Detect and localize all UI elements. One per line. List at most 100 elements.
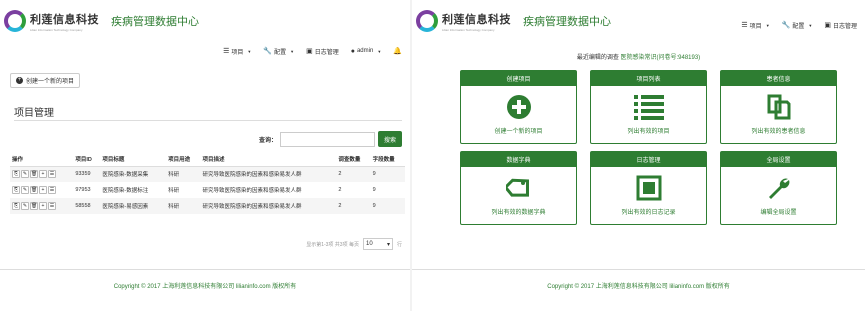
footer-copyright: Copyright © 2017 上海利莲信息科技有限公司 lilianinfo… — [547, 284, 730, 290]
table-row: ⎘ ✎ 🗑 + ☰ 97953 医院感染-数据标注 科研 研究导致医院感染的因素和感染易发人群 2… — [10, 182, 405, 198]
wrench-icon — [721, 173, 836, 203]
cell-use: 科研 — [166, 198, 201, 214]
recent-prefix: 最近编辑的调查 — [576, 55, 619, 61]
copy-icon[interactable]: ⎘ — [12, 170, 20, 179]
card-title: 创建项目 — [461, 71, 576, 86]
cell-id: 58558 — [73, 198, 101, 214]
nav-projects[interactable]: ☰ 项目 ▼ — [741, 21, 769, 30]
tag-icon — [461, 173, 576, 203]
nav-user[interactable]: ● admin ▼ — [351, 48, 382, 55]
search-button[interactable]: 搜索 — [377, 131, 402, 147]
nav-logs[interactable]: ▣ 日志管理 — [824, 21, 857, 30]
list-icon: ☰ — [223, 48, 230, 55]
cell-title: 医院感染-数据标注 — [102, 188, 149, 194]
card-description[interactable]: 列出有效的数据字典 — [461, 207, 576, 216]
pagination: 显示第1-3项 共3项 每页 10 ▾ 行 — [306, 238, 402, 250]
chevron-down-icon: ▼ — [247, 48, 252, 54]
card-description[interactable]: 列出有效的患者信息 — [721, 126, 836, 135]
nav-logs[interactable]: ▣ 日志管理 — [306, 47, 339, 56]
cell-desc: 研究导致医院感染的因素和感染易发人群 — [200, 166, 337, 182]
header: 利莲信息科技 Lilian Information Technology Com… — [0, 0, 410, 42]
logo-name: 利莲信息科技 — [30, 13, 99, 26]
delete-icon[interactable]: 🗑 — [30, 202, 38, 210]
table-header: 操作 项目ID 项目标题 项目用途 项目描述 调查数量 字段数量 — [10, 152, 405, 167]
create-project-label: 创建一个新的项目 — [26, 79, 75, 85]
chevron-down-icon: ▼ — [290, 48, 295, 54]
cell-use: 科研 — [166, 166, 201, 182]
table-row: ⎘ ✎ 🗑 + ☰ 58558 医院感染-易感因素 科研 研究导致医院感染的因素和感染易发人群 2… — [10, 198, 405, 214]
nav-config[interactable]: 🔧 配置 ▼ — [263, 47, 294, 56]
card-description[interactable]: 列出有效的日志记录 — [591, 207, 706, 216]
row-actions: ⎘ ✎ 🗑 + ☰ — [10, 182, 73, 198]
chevron-down-icon: ▼ — [808, 22, 813, 28]
app-title[interactable]: 疾病管理数据中心 — [523, 13, 611, 29]
list-icon[interactable]: ☰ — [48, 170, 56, 179]
card-title: 数据字典 — [461, 152, 576, 167]
wrench-icon: 🔧 — [263, 48, 273, 55]
edit-icon[interactable]: ✎ — [21, 186, 29, 194]
footer-divider — [412, 269, 865, 270]
card-description[interactable]: 列出有效的项目 — [591, 126, 706, 135]
copy-icon[interactable]: ⎘ — [12, 202, 20, 210]
card-description[interactable]: 编辑全局设置 — [721, 207, 836, 216]
user-icon: ● — [350, 47, 355, 55]
divider — [14, 120, 402, 121]
column-header: 项目描述 — [200, 152, 337, 167]
row-actions: ⎘ ✎ 🗑 + ☰ — [10, 198, 74, 214]
column-header: 项目标题 — [100, 152, 167, 167]
dashboard-card[interactable]: 全局设置 编辑全局设置 — [720, 151, 837, 225]
search-input[interactable] — [279, 131, 375, 147]
nav-projects-label: 项目 — [231, 49, 244, 56]
dashboard-card[interactable]: 项目列表列出有效的项目 — [590, 70, 707, 144]
pager-text: 显示第1-3项 共3项 每页 — [306, 241, 359, 248]
cell-desc: 研究导致医院感染的因素和感染易发人群 — [200, 198, 337, 214]
nav-logs-label: 日志管理 — [832, 23, 857, 30]
nav-projects-label: 项目 — [749, 23, 762, 30]
nav-config[interactable]: 🔧 配置 ▼ — [782, 21, 813, 30]
dashboard-card[interactable]: 患者信息 列出有效的患者信息 — [720, 70, 837, 144]
row-actions: ⎘ ✎ 🗑 + ☰ — [10, 166, 74, 182]
add-icon[interactable]: + — [39, 186, 47, 194]
column-header: 调查数量 — [336, 152, 371, 167]
pager-suffix: 行 — [396, 241, 402, 248]
column-header: 操作 — [10, 152, 74, 167]
top-nav: ☰ 项目 ▼ 🔧 配置 ▼ ▣ 日志管理 — [741, 16, 865, 34]
cell-surveys: 2 — [336, 166, 371, 182]
add-icon[interactable]: + — [39, 202, 47, 210]
cell-title: 医院感染-易感因素 — [100, 198, 167, 214]
app-title[interactable]: 疾病管理数据中心 — [111, 13, 199, 29]
add-icon[interactable]: + — [39, 170, 47, 179]
search-bar: 查询： 搜索 — [259, 131, 402, 147]
recent-survey-link[interactable]: 医院感染常识(问卷号:948193) — [621, 55, 701, 61]
chevron-down-icon: ▼ — [377, 48, 382, 54]
dashboard-card[interactable]: 创建项目创建一个新的项目 — [460, 70, 577, 144]
notification-bell[interactable]: 🔔 — [393, 47, 402, 55]
search-label: 查询： — [258, 137, 277, 144]
cell-desc: 研究导致医院感染的因素和感染易发人群 — [202, 188, 302, 194]
table-body: ⎘ ✎ 🗑 + ☰ 93359 医院感染-数据采集 科研 研究导致医院感染的因素和感染易发人群 2… — [10, 166, 405, 214]
delete-icon[interactable]: 🗑 — [30, 186, 38, 194]
dashboard-card[interactable]: 数据字典列出有效的数据字典 — [460, 151, 577, 225]
top-nav: ☰ 项目 ▼ 🔧 配置 ▼ ▣ 日志管理 ● admin ▼ 🔔 — [0, 42, 410, 60]
project-table: 操作 项目ID 项目标题 项目用途 项目描述 调查数量 字段数量 ⎘ ✎ 🗑 + ☰ 93359 医院感… — [10, 152, 405, 214]
logo-name: 利莲信息科技 — [442, 13, 511, 26]
card-title: 项目列表 — [591, 71, 706, 86]
cell-surveys: 2 — [336, 198, 371, 214]
page-title: 项目管理 — [14, 108, 54, 119]
list-icon[interactable]: ☰ — [48, 202, 56, 210]
nav-user-label: admin — [356, 48, 374, 54]
delete-icon[interactable]: 🗑 — [30, 170, 38, 179]
copy-icon — [721, 92, 836, 122]
column-header: 项目ID — [73, 152, 101, 167]
nav-projects[interactable]: ☰ 项目 ▼ — [223, 47, 251, 56]
card-title: 日志管理 — [591, 152, 706, 167]
list-icon[interactable]: ☰ — [48, 186, 56, 194]
create-project-button[interactable]: + 创建一个新的项目 — [10, 73, 81, 88]
page-size-select[interactable]: 10 ▾ — [362, 238, 393, 250]
edit-icon[interactable]: ✎ — [21, 170, 29, 179]
card-description[interactable]: 创建一个新的项目 — [461, 126, 576, 135]
edit-icon[interactable]: ✎ — [21, 202, 29, 210]
column-header: 字段数量 — [370, 152, 405, 167]
copy-icon[interactable]: ⎘ — [12, 186, 20, 194]
dashboard-card[interactable]: 日志管理列出有效的日志记录 — [590, 151, 707, 225]
